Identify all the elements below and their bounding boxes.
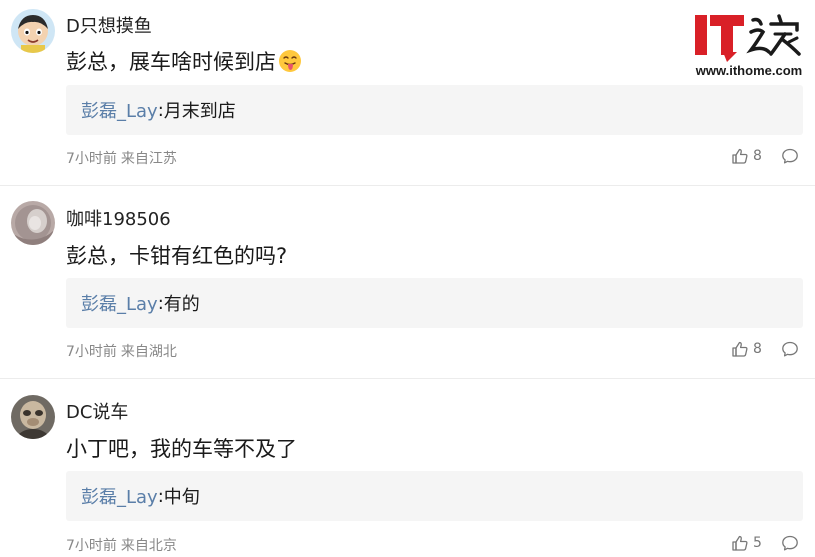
comment-bubble-icon <box>782 148 798 164</box>
comment-bubble-icon <box>782 535 798 551</box>
comment-meta: 7小时前 来自湖北 <box>66 341 177 361</box>
photo-avatar-icon <box>11 395 55 439</box>
thumbs-up-icon <box>732 341 748 357</box>
comment-item: DC说车 小丁吧，我的车等不及了 彭磊_Lay: 中旬 7小时前 来自北京 5 <box>0 379 815 557</box>
comment-item: 咖啡198506 彭总，卡钳有红色的吗? 彭磊_Lay: 有的 7小时前 来自湖北 … <box>0 186 815 379</box>
location: 来自江苏 <box>120 151 177 167</box>
like-button[interactable]: 8 <box>731 147 771 165</box>
timestamp: 7小时前 <box>66 151 117 167</box>
location: 来自湖北 <box>120 344 177 360</box>
like-count: 5 <box>753 535 762 551</box>
reply-author[interactable]: 彭磊_Lay <box>81 97 158 123</box>
comment-text-body: 彭总，展车啥时候到店 <box>66 50 276 74</box>
like-count: 8 <box>753 148 762 164</box>
photo-avatar-icon <box>11 201 55 245</box>
thumbs-up-icon <box>732 148 748 164</box>
comment-text: 彭总，展车啥时候到店 <box>66 46 302 76</box>
comment-text-body: 小丁吧，我的车等不及了 <box>66 437 297 461</box>
comment-bubble-icon <box>782 341 798 357</box>
location: 来自北京 <box>120 538 177 554</box>
reply-author[interactable]: 彭磊_Lay <box>81 483 158 509</box>
timestamp: 7小时前 <box>66 538 117 554</box>
avatar[interactable] <box>11 395 55 439</box>
avatar[interactable] <box>11 201 55 245</box>
reply-text: 有的 <box>163 294 200 315</box>
like-button[interactable]: 5 <box>731 534 771 552</box>
reply-text: 月末到店 <box>163 101 236 122</box>
comment-text: 彭总，卡钳有红色的吗? <box>66 240 287 270</box>
reply-box[interactable]: 彭磊_Lay: 中旬 <box>66 471 803 521</box>
comment-actions: 8 <box>731 147 799 165</box>
like-count: 8 <box>753 341 762 357</box>
reply-button[interactable] <box>781 340 799 358</box>
username[interactable]: 咖啡198506 <box>66 205 171 231</box>
comment-actions: 5 <box>731 534 799 552</box>
username[interactable]: DC说车 <box>66 398 128 424</box>
comment-actions: 8 <box>731 340 799 358</box>
like-button[interactable]: 8 <box>731 340 771 358</box>
reply-box[interactable]: 彭磊_Lay: 有的 <box>66 278 803 328</box>
reply-button[interactable] <box>781 147 799 165</box>
timestamp: 7小时前 <box>66 344 117 360</box>
reply-text: 中旬 <box>163 487 200 508</box>
comment-feed: www.ithome.com D只想摸鱼 彭总，展车啥时候到店 彭磊_Lay:… <box>0 0 815 557</box>
cartoon-avatar-icon <box>11 9 55 53</box>
thumbs-up-icon <box>732 535 748 551</box>
tongue-out-emoji-icon <box>278 49 302 73</box>
reply-button[interactable] <box>781 534 799 552</box>
reply-box[interactable]: 彭磊_Lay: 月末到店 <box>66 85 803 135</box>
comment-item: D只想摸鱼 彭总，展车啥时候到店 彭磊_Lay:月末到店 7小时前来自江苏 <box>0 0 815 186</box>
avatar[interactable] <box>11 9 55 53</box>
username[interactable]: D只想摸鱼 <box>66 12 152 38</box>
comment-text-body: 彭总，卡钳有红色的吗? <box>66 244 288 268</box>
comment-text: 小丁吧，我的车等不及了 <box>66 433 297 463</box>
comment-meta: 7小时前 来自江苏 <box>66 148 177 168</box>
comment-meta: 7小时前 来自北京 <box>66 535 177 555</box>
reply-author[interactable]: 彭磊_Lay <box>81 290 158 316</box>
